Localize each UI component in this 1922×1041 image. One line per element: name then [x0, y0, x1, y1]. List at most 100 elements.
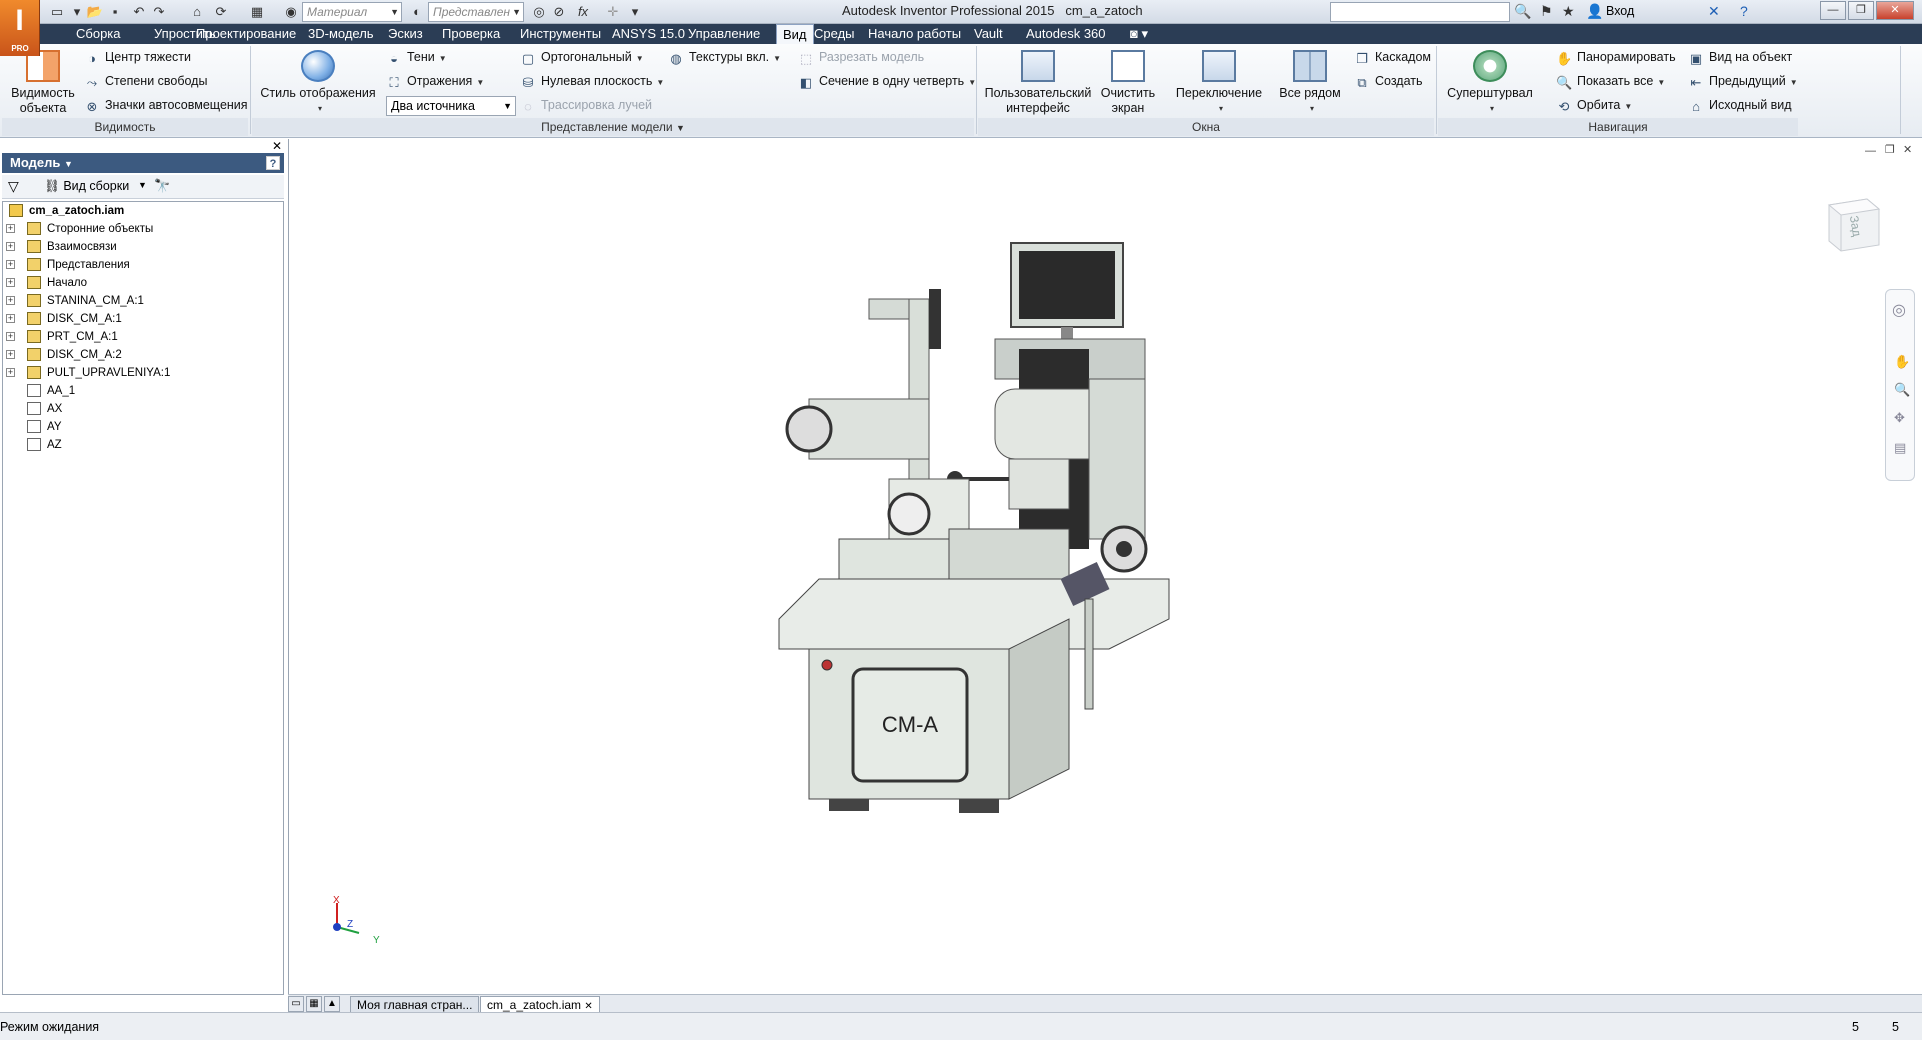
- tree-node[interactable]: + Представления: [3, 256, 283, 274]
- new-window-button[interactable]: ⧉ Создать: [1354, 74, 1422, 90]
- home-icon[interactable]: ⌂: [188, 3, 206, 21]
- quarter-section-button[interactable]: ◧ Сечение в одну четверть ▼: [798, 74, 976, 90]
- expand-icon[interactable]: +: [6, 260, 15, 269]
- object-visibility-button[interactable]: Видимость объекта: [8, 50, 78, 116]
- exchange-icon[interactable]: ✕: [1708, 3, 1720, 20]
- app-logo[interactable]: I PRO: [0, 0, 40, 56]
- viewport-close-icon[interactable]: ✕: [1903, 143, 1912, 156]
- find-icon[interactable]: 🔭: [154, 178, 170, 194]
- subscription-icon[interactable]: ⚑: [1540, 3, 1553, 20]
- help-icon[interactable]: ?: [1740, 3, 1748, 19]
- tree-node[interactable]: AZ: [3, 436, 283, 454]
- expand-icon[interactable]: +: [6, 278, 15, 287]
- orbit-icon[interactable]: ✥: [1894, 410, 1905, 426]
- filter-icon[interactable]: ▽: [8, 178, 19, 195]
- lighting-select[interactable]: Два источника ▼: [386, 96, 516, 116]
- menu-tab-3[interactable]: 3D-модель: [308, 24, 374, 44]
- cascade-docs-icon[interactable]: ▦: [306, 996, 322, 1012]
- pan-button[interactable]: ✋ Панорамировать: [1556, 50, 1676, 66]
- tree-node[interactable]: + Сторонние объекты: [3, 220, 283, 238]
- user-icon[interactable]: 👤: [1586, 3, 1603, 20]
- menu-tab-4[interactable]: Эскиз: [388, 24, 423, 44]
- material-combo[interactable]: Материал ▼: [302, 2, 402, 22]
- cascade-button[interactable]: ❐ Каскадом: [1354, 50, 1431, 66]
- help-search-input[interactable]: [1330, 2, 1510, 22]
- redo-icon[interactable]: ↷: [150, 3, 168, 21]
- ground-plane-button[interactable]: ⛁ Нулевая плоскость ▼: [520, 74, 665, 90]
- appearance-combo[interactable]: Представлен ▼: [428, 2, 524, 22]
- favorites-icon[interactable]: ★: [1562, 3, 1575, 20]
- tree-node[interactable]: + DISK_CM_A:2: [3, 346, 283, 364]
- formula-icon[interactable]: fx: [574, 3, 592, 21]
- shadows-button[interactable]: ◒ Тени ▼: [386, 50, 447, 66]
- machine-model[interactable]: CM-A: [769, 239, 1289, 839]
- measure-icon[interactable]: ◎: [530, 3, 548, 21]
- tile-windows-button[interactable]: Все рядом ▾: [1272, 50, 1348, 116]
- tab-document[interactable]: cm_a_zatoch.iam ✕: [480, 996, 600, 1013]
- dropdown-arrow-icon[interactable]: ▾: [68, 3, 86, 21]
- menu-tab-2[interactable]: Проектирование: [196, 24, 296, 44]
- menu-tab-13[interactable]: Autodesk 360: [1026, 24, 1106, 44]
- expand-icon[interactable]: +: [6, 314, 15, 323]
- previous-view-button[interactable]: ⇤ Предыдущий ▼: [1688, 74, 1798, 90]
- ribbon-options-icon[interactable]: ◙ ▾: [1130, 24, 1148, 44]
- menu-tab-8[interactable]: Управление: [688, 24, 760, 44]
- appearance-icon[interactable]: ◐: [408, 3, 426, 21]
- new-icon[interactable]: ▭: [48, 3, 66, 21]
- switch-window-button[interactable]: Переключение ▾: [1172, 50, 1266, 116]
- open-icon[interactable]: 📂: [86, 3, 104, 21]
- maximize-button[interactable]: ❐: [1848, 1, 1874, 20]
- tree-node[interactable]: + Начало: [3, 274, 283, 292]
- search-icon[interactable]: 🔍: [1514, 3, 1531, 20]
- user-interface-button[interactable]: Пользовательский интерфейс: [982, 50, 1094, 116]
- zoom-icon[interactable]: 🔍: [1894, 382, 1910, 398]
- help-icon[interactable]: ?: [266, 156, 280, 170]
- tree-node[interactable]: + DISK_CM_A:1: [3, 310, 283, 328]
- menu-tab-6[interactable]: Инструменты: [520, 24, 601, 44]
- clean-screen-button[interactable]: Очистить экран: [1096, 50, 1160, 116]
- tree-node[interactable]: + STANINA_CM_A:1: [3, 292, 283, 310]
- minimize-button[interactable]: —: [1820, 1, 1846, 20]
- tree-node[interactable]: + PULT_UPRAVLENIYA:1: [3, 364, 283, 382]
- tree-node[interactable]: AY: [3, 418, 283, 436]
- close-panel-icon[interactable]: ✕: [272, 139, 282, 153]
- update-icon[interactable]: ⟳: [212, 3, 230, 21]
- signin-link[interactable]: Вход: [1606, 4, 1634, 18]
- tab-home[interactable]: Моя главная стран...: [350, 996, 480, 1013]
- expand-icon[interactable]: +: [6, 296, 15, 305]
- tree-node[interactable]: + Взаимосвязи: [3, 238, 283, 256]
- textures-button[interactable]: ◍ Текстуры вкл. ▼: [668, 50, 781, 66]
- expand-icon[interactable]: +: [6, 368, 15, 377]
- expand-icon[interactable]: +: [6, 332, 15, 341]
- orthographic-button[interactable]: ▢ Ортогональный ▼: [520, 50, 644, 66]
- close-button[interactable]: ✕: [1876, 1, 1914, 20]
- visual-style-button[interactable]: Стиль отображения ▾: [260, 50, 376, 116]
- save-icon[interactable]: ▪: [106, 3, 124, 21]
- tree-node[interactable]: AX: [3, 400, 283, 418]
- expand-icon[interactable]: +: [6, 350, 15, 359]
- full-wheel-icon[interactable]: ◎: [1892, 300, 1906, 320]
- undo-icon[interactable]: ↶: [130, 3, 148, 21]
- expand-icon[interactable]: +: [6, 224, 15, 233]
- zoom-all-button[interactable]: 🔍 Показать все ▼: [1556, 74, 1665, 90]
- menu-tab-12[interactable]: Vault: [974, 24, 1003, 44]
- menu-tab-0[interactable]: Сборка: [76, 24, 121, 44]
- color-icon[interactable]: ◉: [282, 3, 300, 21]
- expand-icon[interactable]: +: [6, 242, 15, 251]
- center-of-gravity-button[interactable]: ◑ Центр тяжести: [84, 50, 191, 66]
- tree-node[interactable]: AA_1: [3, 382, 283, 400]
- steering-wheel-button[interactable]: Суперштурвал ▾: [1442, 50, 1538, 116]
- doc-list-icon[interactable]: ▲: [324, 996, 340, 1012]
- menu-tab-11[interactable]: Начало работы: [868, 24, 961, 44]
- clear-appearance-icon[interactable]: ⊘: [550, 3, 568, 21]
- close-tab-icon[interactable]: ✕: [584, 1001, 592, 1012]
- home-view-button[interactable]: ⌂ Исходный вид: [1688, 98, 1792, 114]
- menu-tab-5[interactable]: Проверка: [442, 24, 500, 44]
- customize-arrow-icon[interactable]: ▾: [626, 3, 644, 21]
- look-at-button[interactable]: ▣ Вид на объект: [1688, 50, 1792, 66]
- reflections-button[interactable]: ⛶ Отражения ▼: [386, 74, 484, 90]
- select-icon[interactable]: ▦: [248, 3, 266, 21]
- menu-tab-9[interactable]: Вид: [776, 24, 814, 44]
- orbit-button[interactable]: ⟲ Орбита ▼: [1556, 98, 1633, 114]
- pan-icon[interactable]: ✋: [1894, 354, 1910, 370]
